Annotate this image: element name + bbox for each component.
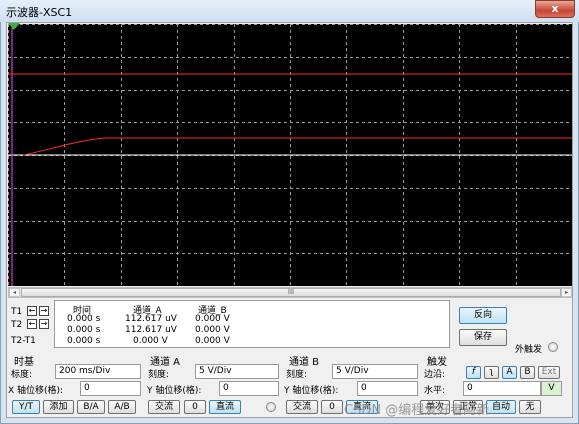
readout-t2-b: 0.000 V (195, 325, 230, 335)
readout-t2-a: 112.617 uV (125, 325, 177, 335)
channel-b-ypos-field[interactable]: 0 (357, 381, 418, 396)
trigger-mode-none-button[interactable]: 无 (519, 400, 541, 414)
trigger-mode-auto-button[interactable]: 自动 (486, 400, 516, 414)
scope-svg (8, 24, 573, 287)
channel-a-extra-radio[interactable] (266, 402, 276, 412)
t1-left-arrow-button[interactable]: ← (27, 306, 37, 316)
trigger-title: 触发 (427, 357, 447, 368)
t1-right-arrow-button[interactable]: → (39, 306, 49, 316)
channel-a-ypos-label: Y 轴位移(格): (147, 386, 202, 396)
trigger-position-marker[interactable] (8, 23, 20, 30)
trigger-level-unit[interactable]: V (541, 381, 562, 396)
trigger-level-field[interactable]: 0 (463, 381, 541, 396)
save-button[interactable]: 保存 (459, 329, 507, 346)
mode-ba-button[interactable]: B/A (77, 400, 105, 414)
csdn-watermark: CSDN @编程爱好者阿新 (344, 403, 490, 418)
channel-a-trace (22, 137, 572, 156)
readout-dt-a: 0.000 V (133, 336, 168, 346)
oscilloscope-display (8, 24, 573, 287)
timebase-xpos-label: X 轴位移(格): (8, 386, 64, 396)
external-trigger-radio[interactable] (548, 342, 558, 352)
mode-yt-button[interactable]: Y/T (12, 400, 40, 414)
readout-dt-b: 0.000 V (195, 336, 230, 346)
rising-edge-button[interactable]: f (466, 366, 481, 379)
trigger-source-b-button[interactable]: B (520, 366, 535, 379)
window-title: 示波器-XSC1 (6, 6, 73, 19)
timebase-scale-field[interactable]: 200 ms/Div (55, 364, 141, 379)
trigger-source-ext-button[interactable]: Ext (538, 366, 560, 379)
mode-ab-button[interactable]: A/B (108, 400, 136, 414)
channel-a-scale-field[interactable]: 5 V/Div (195, 364, 279, 379)
channel-a-zero-button[interactable]: 0 (184, 400, 206, 414)
mode-add-button[interactable]: 添加 (43, 400, 74, 414)
t2-left-arrow-button[interactable]: ← (27, 319, 37, 329)
external-trigger-label: 外触发 (515, 345, 543, 355)
timebase-scale-label: 标度: (11, 370, 33, 380)
trigger-level-label: 水平: (424, 386, 446, 396)
t2-label: T2 (11, 320, 23, 330)
channel-a-dc-button[interactable]: 直流 (209, 400, 241, 414)
timebase-xpos-field[interactable]: 0 (80, 381, 141, 396)
trigger-source-a-button[interactable]: A (502, 366, 517, 379)
scroll-right-button[interactable]: ▸ (561, 288, 572, 297)
title-bar[interactable]: 示波器-XSC1 x (0, 0, 579, 22)
t1-label: T1 (11, 307, 23, 317)
channel-a-scale-label: 刻度: (148, 370, 170, 380)
channel-a-ypos-field[interactable]: 0 (219, 381, 279, 396)
scroll-left-button[interactable]: ◂ (9, 288, 20, 297)
horizontal-scrollbar[interactable]: ◂ III ▸ (8, 287, 572, 298)
trigger-edge-label: 边沿: (424, 370, 446, 380)
readout-dt-time: 0.000 s (67, 336, 101, 346)
channel-b-ac-button[interactable]: 交流 (286, 400, 318, 414)
reverse-button[interactable]: 反向 (459, 307, 507, 324)
channel-b-title: 通道 B (289, 357, 320, 368)
t2-right-arrow-button[interactable]: → (39, 319, 49, 329)
t2-t1-label: T2-T1 (11, 336, 36, 346)
readout-t2-time: 0.000 s (67, 325, 101, 335)
cursor-readout-panel: 时间 通道_A 通道_B 0.000 s 112.617 uV 0.000 V … (54, 300, 450, 348)
channel-b-scale-field[interactable]: 5 V/Div (332, 364, 418, 379)
scroll-thumb[interactable]: III (21, 288, 561, 297)
channel-b-zero-button[interactable]: 0 (321, 400, 343, 414)
channel-b-ypos-label: Y 轴位移(格): (284, 386, 339, 396)
readout-t1-b: 0.000 V (195, 314, 230, 324)
close-button[interactable]: x (535, 0, 575, 18)
channel-a-title: 通道 A (150, 357, 181, 368)
channel-a-ac-button[interactable]: 交流 (148, 400, 180, 414)
readout-t1-a: 112.617 uV (125, 314, 177, 324)
readout-t1-time: 0.000 s (67, 314, 101, 324)
channel-b-scale-label: 刻度: (286, 370, 308, 380)
falling-edge-button[interactable]: ʅ (484, 366, 499, 379)
timebase-title: 时基 (14, 357, 34, 368)
